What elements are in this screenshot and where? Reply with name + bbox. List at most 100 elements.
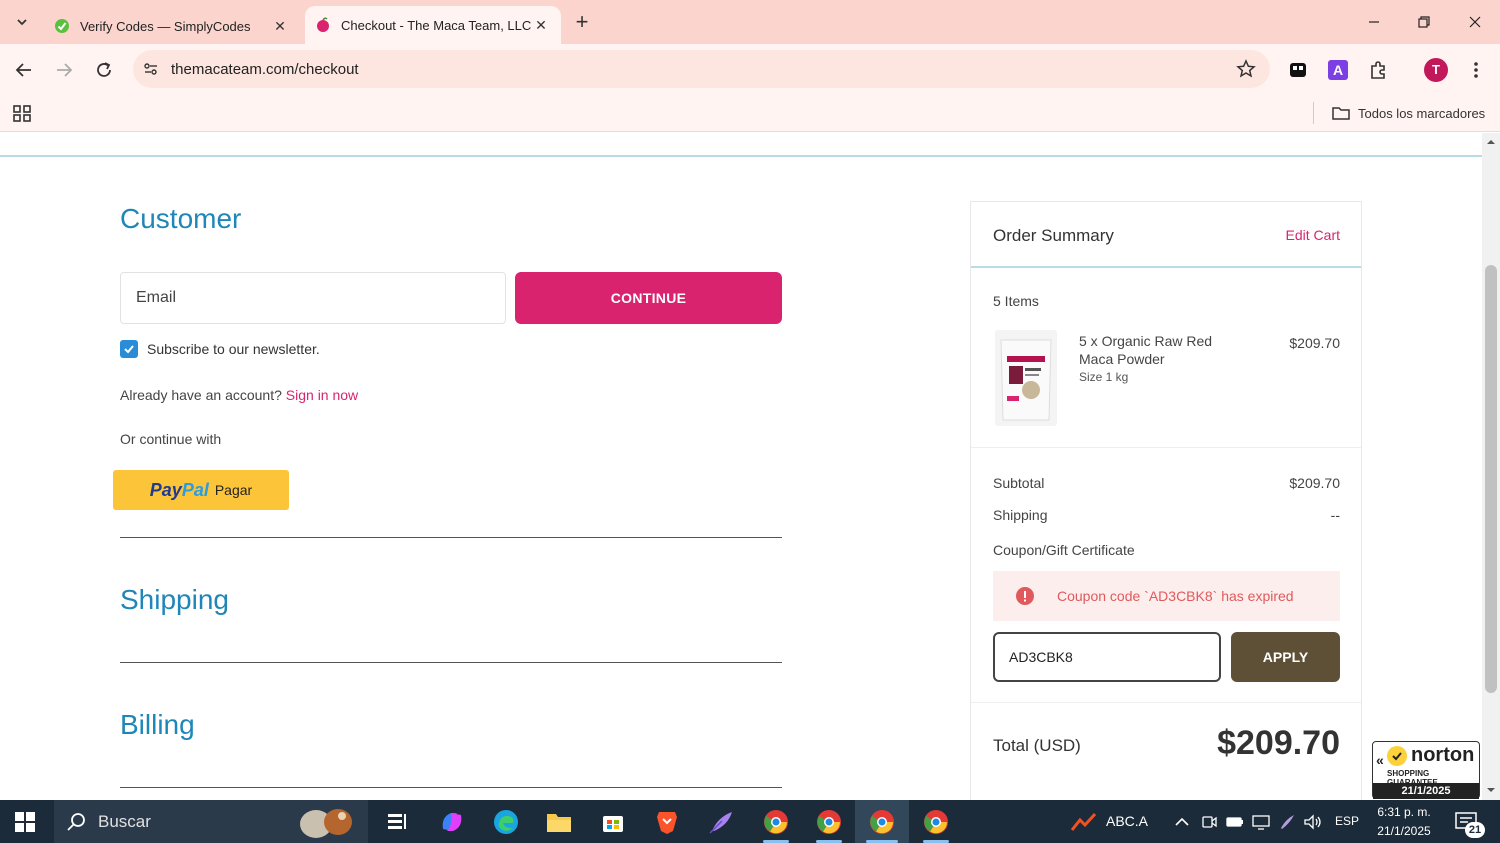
scroll-down-icon[interactable] (1486, 785, 1496, 795)
norton-name: norton (1411, 744, 1475, 766)
order-summary-title: Order Summary (993, 226, 1114, 245)
browser-toolbar: themacateam.com/checkout A T (0, 44, 1500, 96)
taskbar-edge[interactable] (492, 808, 520, 836)
coupon-label: Coupon/Gift Certificate (993, 542, 1135, 558)
extensions-button[interactable] (1366, 58, 1390, 82)
site-settings-icon[interactable] (141, 59, 161, 79)
total-value: $209.70 (1217, 724, 1340, 762)
sign-in-link[interactable]: Sign in now (286, 387, 358, 403)
paypal-button[interactable]: PayPal Pagar (113, 470, 289, 510)
extension-simplycodes-button[interactable] (1286, 58, 1310, 82)
tab-checkout[interactable]: Checkout - The Maca Team, LLC ✕ (305, 6, 561, 44)
extension-icon (1290, 63, 1306, 77)
tray-network-button[interactable] (1247, 808, 1275, 836)
simplycodes-icon (54, 18, 70, 34)
minimize-button[interactable] (1354, 6, 1394, 38)
checkmark-icon (124, 345, 134, 354)
product-name: 5 x Organic Raw Red Maca Powder (1079, 333, 1213, 367)
input-language[interactable]: ESP (1335, 814, 1359, 828)
taskbar-brave[interactable] (653, 808, 681, 836)
page-scrollbar[interactable] (1482, 133, 1500, 800)
tray-overflow-button[interactable] (1168, 808, 1196, 836)
tray-battery-button[interactable] (1221, 808, 1249, 836)
subtotal-value: $209.70 (1289, 475, 1340, 491)
bookmarks-separator (1313, 102, 1314, 124)
header-border (0, 155, 1482, 157)
feather-icon (709, 812, 732, 834)
collapse-arrow-icon[interactable]: « (1376, 752, 1384, 768)
all-bookmarks-button[interactable]: Todos los marcadores (1332, 102, 1485, 124)
scroll-up-icon[interactable] (1486, 137, 1496, 147)
forward-arrow-icon (57, 63, 73, 77)
tray-volume-button[interactable] (1299, 808, 1327, 836)
coupon-code-input[interactable] (993, 632, 1221, 682)
windows-start-icon[interactable] (14, 811, 36, 833)
taskbar-copilot[interactable] (438, 808, 466, 836)
taskbar-feather-app[interactable] (707, 808, 735, 836)
items-count: 5 Items (993, 293, 1039, 309)
bookmark-star-icon[interactable] (1236, 59, 1256, 79)
tab-simplycodes[interactable]: Verify Codes — SimplyCodes ✕ (44, 8, 300, 44)
norton-date: 21/1/2025 (1373, 783, 1479, 799)
browser-menu-button[interactable] (1464, 58, 1488, 82)
paypal-logo-part-1: Pay (149, 479, 182, 500)
task-view-icon (388, 814, 406, 829)
forward-button[interactable] (50, 56, 78, 84)
account-prompt: Already have an account? Sign in now (120, 387, 358, 403)
apply-coupon-button[interactable]: APPLY (1231, 632, 1340, 682)
continue-button[interactable]: CONTINUE (515, 272, 782, 324)
chevron-down-icon (17, 19, 27, 26)
new-tab-button[interactable]: + (570, 9, 594, 34)
norton-badge[interactable]: « norton SHOPPING GUARANTEE 21/1/2025 (1372, 741, 1480, 799)
newsletter-label: Subscribe to our newsletter. (147, 341, 320, 357)
taskbar-clock[interactable]: 6:31 p. m. 21/1/2025 (1366, 803, 1442, 841)
store-icon (603, 816, 623, 832)
paypal-label: Pagar (214, 482, 253, 498)
address-bar[interactable]: themacateam.com/checkout (133, 50, 1270, 88)
apps-grid-icon[interactable] (12, 102, 34, 124)
account-text: Already have an account? (120, 387, 282, 403)
edit-cart-link[interactable]: Edit Cart (1286, 227, 1340, 243)
taskbar-search[interactable]: Buscar (54, 800, 368, 843)
taskbar-store[interactable] (599, 808, 627, 836)
close-window-button[interactable] (1455, 6, 1495, 38)
chrome-icon (870, 810, 894, 834)
paypal-logo: PayPal (150, 480, 209, 501)
folder-icon (547, 814, 571, 832)
norton-check-icon (1387, 746, 1407, 766)
taskbar-chrome-t[interactable] (868, 808, 896, 836)
stock-widget[interactable] (1070, 808, 1098, 836)
checkout-page: Customer CONTINUE Subscribe to our newsl… (0, 133, 1482, 800)
extension-a-button[interactable]: A (1326, 58, 1350, 82)
close-icon (1469, 16, 1481, 28)
tab-search-button[interactable] (8, 8, 36, 36)
scrollbar-thumb[interactable] (1485, 265, 1497, 693)
task-view-button[interactable] (383, 808, 411, 836)
newsletter-checkbox[interactable] (120, 340, 138, 358)
tray-meet-button[interactable] (1195, 808, 1223, 836)
search-icon (67, 812, 85, 831)
shipping-value: -- (1330, 507, 1340, 523)
battery-icon (1226, 817, 1243, 827)
all-bookmarks-label: Todos los marcadores (1358, 105, 1486, 121)
camera-icon (1202, 816, 1217, 828)
close-icon[interactable]: ✕ (270, 16, 290, 36)
close-icon[interactable]: ✕ (531, 15, 551, 35)
taskbar-chrome-other[interactable] (922, 808, 950, 836)
taskbar-file-explorer[interactable] (545, 808, 573, 836)
taskbar-chrome-j[interactable] (815, 808, 843, 836)
search-highlight-illustration (300, 809, 352, 838)
taskbar-chrome-a[interactable] (762, 808, 790, 836)
reload-button[interactable] (90, 56, 118, 84)
product-image (995, 330, 1057, 426)
clock-date: 21/1/2025 (1377, 824, 1431, 838)
newsletter-checkbox-row[interactable]: Subscribe to our newsletter. (120, 340, 320, 358)
windows-taskbar: Buscar ABC.A ESP 6:31 p. m. 21/1/2025 21 (0, 800, 1500, 843)
tray-pen-button[interactable] (1273, 808, 1301, 836)
profile-avatar[interactable]: T (1424, 58, 1448, 82)
email-field[interactable] (120, 272, 506, 324)
restore-button[interactable] (1404, 6, 1444, 38)
back-button[interactable] (10, 56, 38, 84)
volume-icon (1304, 814, 1321, 830)
copilot-icon (442, 813, 462, 831)
